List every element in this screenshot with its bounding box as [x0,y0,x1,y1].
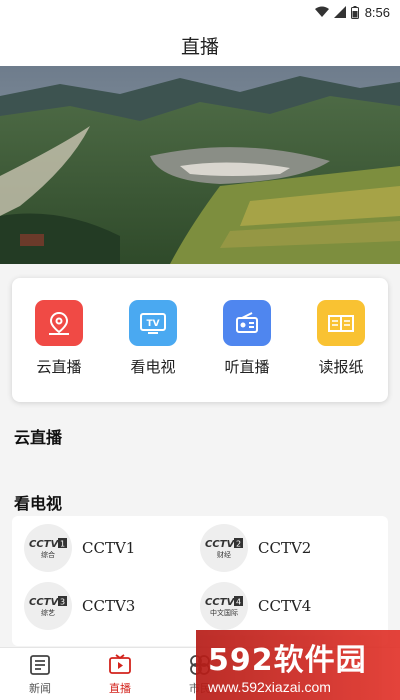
tv-channel-list: CCTV 1 综合 CCTV1 CCTV 2 财经 CCTV2 CCTV 3 综艺 C… [12,516,388,646]
quick-action-label: 云直播 [36,358,82,376]
news-icon [30,654,50,675]
page-title: 直播 [180,35,219,58]
watermark-main-text: 592软件园 [208,643,367,678]
channel-logo-sub: 综合 [41,551,55,559]
channel-name: CCTV1 [82,539,136,557]
signal-icon [333,6,346,18]
channel-logo-sub: 中文国际 [210,609,238,617]
quick-action-label: 看电视 [130,358,176,376]
section-title-watch-tv: 看电视 [14,494,63,513]
channel-item-cctv1[interactable]: CCTV 1 综合 CCTV1 [24,524,200,572]
svg-text:1: 1 [60,540,65,549]
watermark-url: www.592xiazai.com [208,679,331,695]
battery-icon [350,5,359,19]
nav-label: 新闻 [29,681,51,695]
svg-text:CCTV: CCTV [205,539,235,550]
quick-action-radio-live[interactable]: 听直播 [207,300,287,377]
channel-logo-sub: 财经 [217,551,231,559]
svg-text:CCTV: CCTV [29,539,59,550]
cctv-logo-icon: CCTV 4 中文国际 [200,582,248,630]
cctv-logo-icon: CCTV 3 综艺 [24,582,72,630]
quick-action-read-newspaper[interactable]: 读报纸 [301,300,381,377]
newspaper-icon [317,300,365,346]
page-header: 直播 [0,24,400,66]
radio-icon [223,300,271,346]
status-time: 8:56 [364,4,390,20]
channel-name: CCTV4 [258,597,312,615]
svg-text:TV: TV [146,319,159,329]
quick-action-label: 听直播 [224,358,270,376]
cctv-logo-icon: CCTV 2 财经 [200,524,248,572]
svg-text:CCTV: CCTV [205,597,235,608]
svg-text:4: 4 [236,598,241,607]
location-pin-icon [35,300,83,346]
nav-item-live[interactable]: 直播 [80,648,160,700]
channel-item-cctv3[interactable]: CCTV 3 综艺 CCTV3 [24,582,200,630]
status-bar: 8:56 [0,0,400,24]
banner-image[interactable] [0,66,400,264]
cctv-logo-icon: CCTV 1 综合 [24,524,72,572]
channel-name: CCTV3 [82,597,136,615]
channel-item-cctv4[interactable]: CCTV 4 中文国际 CCTV4 [200,582,376,630]
svg-text:2: 2 [236,540,241,549]
section-title-cloud-live: 云直播 [14,428,63,447]
live-tv-icon [109,653,131,674]
watermark-logo: 592软件园 www.592xiazai.com [196,630,400,700]
quick-actions-card: 云直播 TV 看电视 听直播 读报纸 [12,278,388,402]
quick-action-cloud-live[interactable]: 云直播 [19,300,99,377]
tv-icon: TV [129,300,177,346]
channel-name: CCTV2 [258,539,312,557]
nav-label: 直播 [109,681,131,695]
landscape-photo [0,66,400,264]
channel-logo-sub: 综艺 [41,609,55,617]
status-icons [314,5,359,19]
quick-action-watch-tv[interactable]: TV 看电视 [113,300,193,377]
quick-action-label: 读报纸 [318,358,364,376]
channel-item-cctv2[interactable]: CCTV 2 财经 CCTV2 [200,524,376,572]
wifi-icon [314,6,329,17]
svg-text:CCTV: CCTV [29,597,59,608]
svg-text:3: 3 [60,598,65,607]
nav-item-news[interactable]: 新闻 [0,648,80,700]
